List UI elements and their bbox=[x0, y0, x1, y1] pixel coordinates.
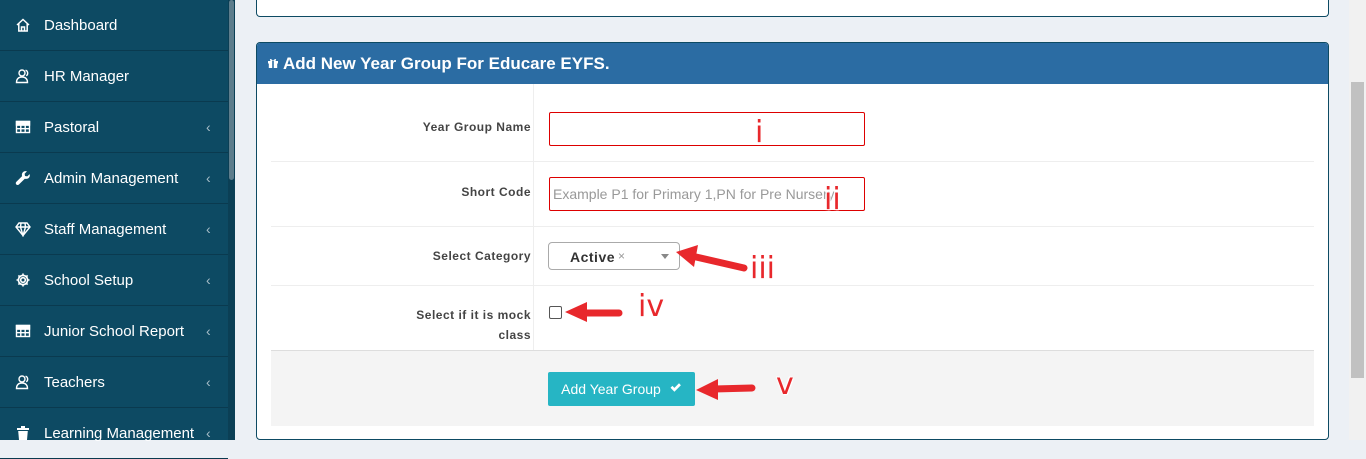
users-icon bbox=[0, 68, 44, 84]
clear-selection-icon[interactable]: × bbox=[618, 249, 625, 263]
annotation-arrow-iii bbox=[676, 245, 748, 272]
year-group-name-label: Year Group Name bbox=[422, 120, 531, 134]
annotation-ii: ii bbox=[824, 182, 841, 217]
users-icon bbox=[0, 374, 44, 390]
sidebar-item-pastoral[interactable]: Pastoral ‹ bbox=[0, 102, 228, 153]
short-code-input[interactable]: Example P1 for Primary 1,PN for Pre Nurs… bbox=[549, 177, 865, 211]
year-group-name-input[interactable] bbox=[549, 112, 865, 146]
row-divider bbox=[533, 286, 534, 350]
annotation-v: v bbox=[776, 367, 794, 402]
sidebar-item-label: Pastoral bbox=[44, 118, 100, 136]
mock-class-label: Select if it is mock class bbox=[416, 308, 531, 342]
sidebar-item-label: School Setup bbox=[44, 271, 134, 289]
category-row: Select Category Active × bbox=[271, 227, 1314, 286]
sidebar-item-admin-management[interactable]: Admin Management ‹ bbox=[0, 153, 228, 204]
sidebar-item-label: Admin Management bbox=[44, 169, 179, 187]
previous-card bbox=[256, 0, 1329, 17]
sidebar-item-label: Learning Management bbox=[44, 424, 195, 442]
chevron-left-icon: ‹ bbox=[206, 170, 211, 186]
sidebar-item-junior-school-report[interactable]: Junior School Report ‹ bbox=[0, 306, 228, 357]
sidebar-scroll-thumb[interactable] bbox=[229, 0, 234, 180]
check-icon bbox=[661, 381, 682, 397]
panel-title: Add New Year Group For Educare EYFS. bbox=[283, 53, 610, 73]
row-divider bbox=[533, 162, 534, 226]
year-group-name-row: Year Group Name bbox=[271, 84, 1314, 162]
gift-icon bbox=[267, 54, 283, 74]
category-selected-value: Active bbox=[570, 249, 616, 265]
sidebar-item-label: Teachers bbox=[44, 373, 105, 391]
sidebar: Dashboard HR Manager Pastoral ‹ Admin Ma… bbox=[0, 0, 235, 459]
table-icon bbox=[0, 323, 44, 339]
page-scroll-thumb[interactable] bbox=[1351, 82, 1364, 378]
chevron-left-icon: ‹ bbox=[206, 119, 211, 135]
sidebar-item-teachers[interactable]: Teachers ‹ bbox=[0, 357, 228, 408]
chevron-left-icon: ‹ bbox=[206, 425, 211, 441]
chevron-left-icon: ‹ bbox=[206, 323, 211, 339]
mock-class-checkbox[interactable] bbox=[549, 306, 562, 319]
annotation-iii: iii bbox=[750, 251, 776, 286]
diamond-icon bbox=[0, 221, 44, 237]
trash-icon bbox=[0, 425, 44, 441]
annotation-arrow-v bbox=[696, 379, 756, 400]
row-divider bbox=[533, 227, 534, 285]
short-code-row: Short Code Example P1 for Primary 1,PN f… bbox=[271, 162, 1314, 227]
page-scrollbar[interactable] bbox=[1349, 0, 1366, 440]
home-icon bbox=[0, 17, 44, 33]
table-icon bbox=[0, 119, 44, 135]
annotation-iv: iv bbox=[638, 289, 665, 324]
chevron-left-icon: ‹ bbox=[206, 272, 211, 288]
sidebar-item-label: Staff Management bbox=[44, 220, 167, 238]
sidebar-item-label: HR Manager bbox=[44, 67, 130, 85]
sidebar-item-staff-management[interactable]: Staff Management ‹ bbox=[0, 204, 228, 255]
gear-icon bbox=[0, 272, 44, 288]
mock-class-row: Select if it is mock class bbox=[271, 286, 1314, 350]
add-year-group-label: Add Year Group bbox=[561, 381, 661, 397]
sidebar-item-hr-manager[interactable]: HR Manager bbox=[0, 51, 228, 102]
panel-header: Add New Year Group For Educare EYFS. bbox=[257, 43, 1328, 84]
row-divider bbox=[533, 84, 534, 161]
annotation-arrow-iv bbox=[565, 302, 623, 322]
chevron-left-icon: ‹ bbox=[206, 221, 211, 237]
wrench-icon bbox=[0, 170, 44, 186]
sidebar-item-learning-management[interactable]: Learning Management ‹ bbox=[0, 408, 228, 459]
sidebar-scrollbar[interactable] bbox=[228, 0, 235, 440]
add-year-group-button[interactable]: Add Year Group bbox=[548, 372, 695, 406]
sidebar-item-dashboard[interactable]: Dashboard bbox=[0, 0, 228, 51]
short-code-label: Short Code bbox=[461, 185, 531, 199]
dropdown-caret-icon[interactable] bbox=[661, 254, 669, 259]
sidebar-item-label: Dashboard bbox=[44, 16, 118, 34]
sidebar-item-label: Junior School Report bbox=[44, 322, 185, 340]
sidebar-item-school-setup[interactable]: School Setup ‹ bbox=[0, 255, 228, 306]
annotation-i: i bbox=[755, 115, 764, 150]
chevron-left-icon: ‹ bbox=[206, 374, 211, 390]
category-label: Select Category bbox=[432, 249, 531, 263]
category-select[interactable]: Active × bbox=[548, 242, 680, 270]
